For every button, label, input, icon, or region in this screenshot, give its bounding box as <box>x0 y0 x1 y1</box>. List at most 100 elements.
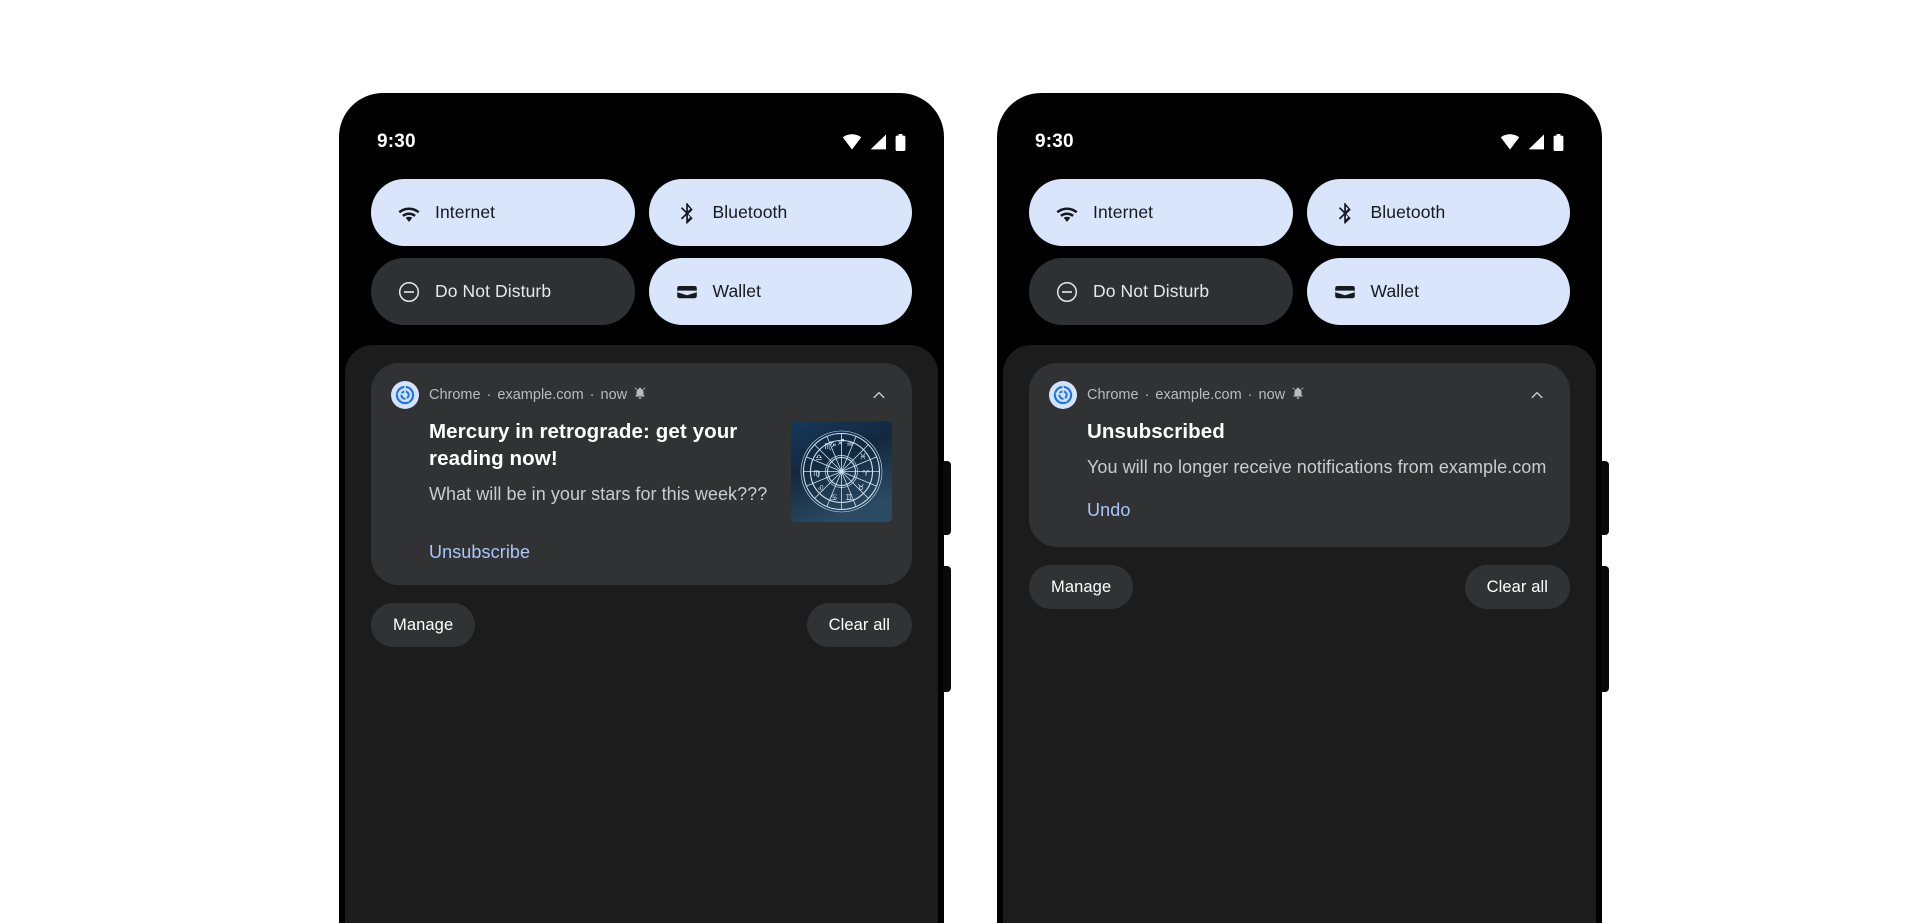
status-bar: 9:30 <box>1003 127 1596 157</box>
notification-card[interactable]: Chrome · example.com · now <box>1029 363 1570 548</box>
battery-icon <box>895 133 906 151</box>
notification-source: example.com <box>1155 387 1242 403</box>
notification-title: Unsubscribed <box>1087 420 1225 443</box>
notification-actions: Unsubscribe <box>391 542 892 563</box>
qs-tile-label: Do Not Disturb <box>435 281 552 301</box>
chevron-up-icon[interactable] <box>1524 382 1550 408</box>
qs-tile-internet[interactable]: Internet <box>371 179 635 246</box>
svg-text:♈: ♈ <box>862 469 869 478</box>
shade-button-row: Manage Clear all <box>371 603 912 647</box>
svg-text:♌: ♌ <box>817 484 824 493</box>
undo-link[interactable]: Undo <box>1087 500 1130 520</box>
notification-body: Mercury in retrograde: get your reading … <box>391 419 892 522</box>
qs-tile-label: Wallet <box>712 281 762 301</box>
svg-text:♓: ♓ <box>859 452 866 461</box>
notification-shade: Chrome · example.com · now <box>345 345 938 923</box>
status-bar: 9:30 <box>345 127 938 157</box>
wallet-icon <box>1333 280 1357 304</box>
bell-icon <box>633 386 647 404</box>
status-clock: 9:30 <box>1035 131 1074 152</box>
svg-text:♉: ♉ <box>857 483 864 492</box>
wifi-icon <box>842 134 862 150</box>
wifi-icon <box>1055 201 1079 225</box>
wifi-icon <box>1500 134 1520 150</box>
notification-app-name: Chrome <box>429 387 481 403</box>
power-button[interactable] <box>1601 461 1609 535</box>
notification-shade: Chrome · example.com · now <box>1003 345 1596 923</box>
svg-text:♎: ♎ <box>815 453 822 462</box>
qs-tile-do-not-disturb[interactable]: Do Not Disturb <box>1029 258 1293 325</box>
cellular-signal-icon <box>1528 134 1545 150</box>
meta-separator: · <box>1144 387 1150 403</box>
bluetooth-icon <box>675 201 699 225</box>
quick-settings-grid: Internet Bluetooth Do Not Disturb Wallet <box>371 179 912 325</box>
notification-app-name: Chrome <box>1087 387 1139 403</box>
phone-screen: 9:30 Internet Bluetooth Do Not Disturb W… <box>1003 99 1596 923</box>
zodiac-wheel-image: ♑ ♒ ♓ ♈ ♉ ♊ ♋ ♌ ♍ ♎ ♏ ♐ <box>791 421 892 522</box>
notification-actions: Undo <box>1049 500 1550 521</box>
status-icon-group <box>842 133 906 151</box>
phone-mockup-before: 9:30 Internet Bluetooth Do Not Disturb W… <box>339 93 951 923</box>
svg-text:♏: ♏ <box>824 442 832 451</box>
power-button[interactable] <box>943 461 951 535</box>
phone-screen: 9:30 Internet Bluetooth Do Not Disturb W… <box>345 99 938 923</box>
battery-icon <box>1553 133 1564 151</box>
svg-text:♒: ♒ <box>846 440 853 449</box>
notification-meta: Chrome · example.com · now <box>429 386 856 404</box>
qs-tile-wallet[interactable]: Wallet <box>648 258 912 325</box>
meta-separator: · <box>1247 387 1253 403</box>
shade-button-row: Manage Clear all <box>1029 565 1570 610</box>
cellular-signal-icon <box>870 134 887 150</box>
clear-all-button[interactable]: Clear all <box>806 603 912 647</box>
svg-text:♐: ♐ <box>837 438 844 447</box>
quick-settings-grid: Internet Bluetooth Do Not Disturb Wallet <box>1029 179 1570 325</box>
do-not-disturb-icon <box>1055 280 1079 304</box>
notification-title: Mercury in retrograde: get your reading … <box>429 420 738 470</box>
qs-tile-internet[interactable]: Internet <box>1029 179 1293 246</box>
bluetooth-icon <box>1333 201 1357 225</box>
notification-body: Unsubscribed You will no longer receive … <box>1049 419 1550 480</box>
qs-tile-label: Internet <box>435 202 496 222</box>
qs-tile-label: Bluetooth <box>1370 202 1446 222</box>
chrome-icon <box>391 381 419 409</box>
notification-time: now <box>1258 387 1286 403</box>
qs-tile-label: Do Not Disturb <box>1093 281 1210 301</box>
phone-mockup-after: 9:30 Internet Bluetooth Do Not Disturb W… <box>997 93 1609 923</box>
manage-button[interactable]: Manage <box>371 603 476 647</box>
svg-text:♍: ♍ <box>813 469 820 478</box>
qs-tile-bluetooth[interactable]: Bluetooth <box>1306 179 1570 246</box>
notification-source: example.com <box>497 387 584 403</box>
wallet-icon <box>675 280 699 304</box>
notification-header: Chrome · example.com · now <box>391 381 892 409</box>
qs-tile-wallet[interactable]: Wallet <box>1306 258 1570 325</box>
chrome-icon <box>1049 381 1077 409</box>
status-clock: 9:30 <box>377 131 416 152</box>
qs-tile-bluetooth[interactable]: Bluetooth <box>648 179 912 246</box>
notification-meta: Chrome · example.com · now <box>1087 386 1514 404</box>
volume-button[interactable] <box>943 566 951 692</box>
qs-tile-label: Wallet <box>1370 281 1420 301</box>
qs-tile-label: Internet <box>1093 202 1154 222</box>
manage-button[interactable]: Manage <box>1029 565 1134 610</box>
do-not-disturb-icon <box>397 280 421 304</box>
wifi-icon <box>397 201 421 225</box>
svg-text:♋: ♋ <box>830 493 837 502</box>
notification-message: What will be in your stars for this week… <box>429 483 768 504</box>
unsubscribe-link[interactable]: Unsubscribe <box>429 542 530 562</box>
qs-tile-do-not-disturb[interactable]: Do Not Disturb <box>371 258 635 325</box>
notification-text-block: Unsubscribed You will no longer receive … <box>1049 419 1550 480</box>
meta-separator: · <box>486 387 492 403</box>
chevron-up-icon[interactable] <box>866 382 892 408</box>
clear-all-button[interactable]: Clear all <box>1464 565 1570 610</box>
comparison-canvas: 9:30 Internet Bluetooth Do Not Disturb W… <box>0 0 1920 923</box>
meta-separator: · <box>589 387 595 403</box>
notification-card[interactable]: Chrome · example.com · now <box>371 363 912 585</box>
status-icon-group <box>1500 133 1564 151</box>
svg-text:♊: ♊ <box>845 493 852 502</box>
notification-text-block: Mercury in retrograde: get your reading … <box>391 419 775 522</box>
notification-message: You will no longer receive notifications… <box>1087 456 1547 477</box>
bell-icon <box>1291 386 1305 404</box>
notification-header: Chrome · example.com · now <box>1049 381 1550 409</box>
volume-button[interactable] <box>1601 566 1609 692</box>
notification-time: now <box>600 387 628 403</box>
